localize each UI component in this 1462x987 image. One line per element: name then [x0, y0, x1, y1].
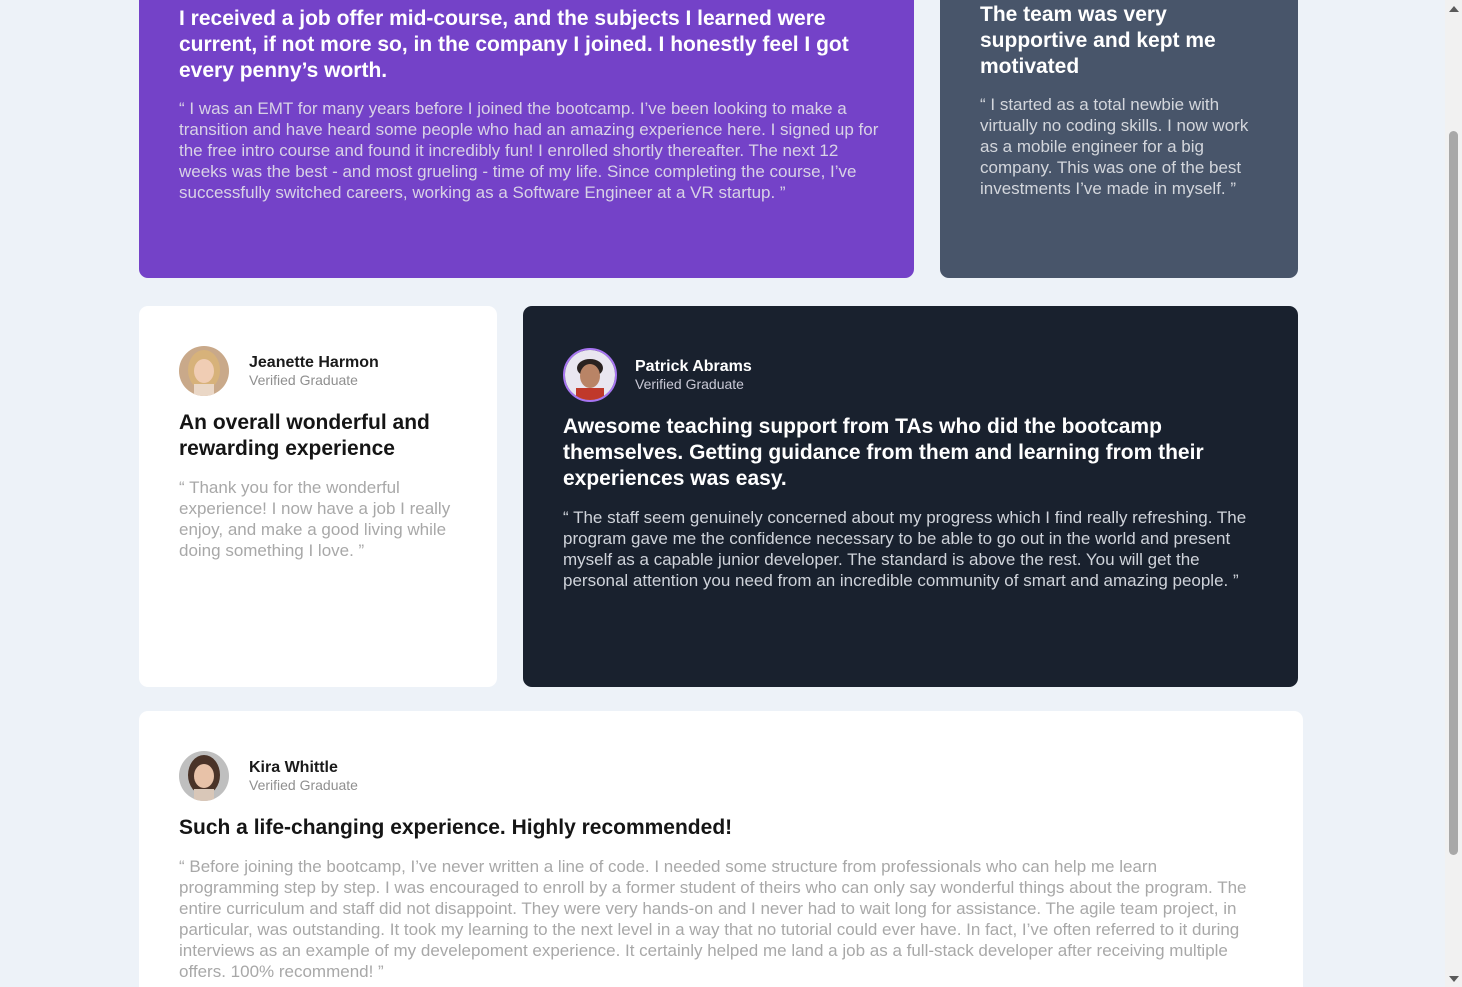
author-role: Verified Graduate — [249, 776, 358, 793]
testimonials-page: I received a job offer mid-course, and t… — [0, 0, 1462, 987]
scrollbar-thumb[interactable] — [1449, 131, 1458, 855]
testimonial-headline: Awesome teaching support from TAs who di… — [563, 415, 1204, 490]
author-info: Jeanette Harmon Verified Graduate — [179, 346, 379, 396]
testimonial-headline: Such a life-changing experience. Highly … — [179, 816, 733, 839]
testimonial-body: “ I was an EMT for many years before I j… — [179, 99, 879, 202]
author-role: Verified Graduate — [635, 375, 744, 392]
author-role: Verified Graduate — [249, 371, 358, 388]
testimonial-card-kira: Kira Whittle Verified Graduate Such a li… — [139, 711, 1303, 987]
author-name: Jeanette Harmon — [249, 353, 379, 371]
testimonial-headline: An overall wonderful and rewarding exper… — [179, 411, 430, 460]
avatar — [179, 751, 229, 801]
testimonial-headline: I received a job offer mid-course, and t… — [179, 7, 849, 82]
avatar — [179, 346, 229, 396]
scroll-down-arrow-icon[interactable] — [1449, 976, 1459, 982]
woman-portrait-avatar-icon — [179, 751, 229, 801]
testimonial-card-daniel: I received a job offer mid-course, and t… — [139, 0, 914, 278]
testimonial-card-jeanette: Jeanette Harmon Verified Graduate An ove… — [139, 306, 497, 687]
testimonial-body: “ The staff seem genuinely concerned abo… — [563, 508, 1247, 590]
scroll-up-arrow-icon[interactable] — [1449, 6, 1459, 12]
testimonial-card-patrick: Patrick Abrams Verified Graduate Awesome… — [523, 306, 1298, 687]
author-name: Kira Whittle — [249, 758, 338, 776]
avatar — [563, 348, 617, 402]
woman-portrait-avatar-icon — [179, 346, 229, 396]
testimonial-body: “ I started as a total newbie with virtu… — [980, 95, 1249, 198]
man-portrait-avatar-icon — [565, 350, 615, 400]
vertical-scrollbar[interactable] — [1445, 0, 1462, 987]
author-info: Kira Whittle Verified Graduate — [179, 751, 358, 801]
testimonial-body: “ Before joining the bootcamp, I’ve neve… — [179, 857, 1247, 981]
testimonial-body: “ Thank you for the wonderful experience… — [179, 478, 451, 560]
author-info: Patrick Abrams Verified Graduate — [563, 348, 752, 402]
testimonial-headline: The team was very supportive and kept me… — [980, 3, 1216, 78]
testimonial-card-jonathan: The team was very supportive and kept me… — [940, 0, 1298, 278]
author-name: Patrick Abrams — [635, 357, 752, 375]
